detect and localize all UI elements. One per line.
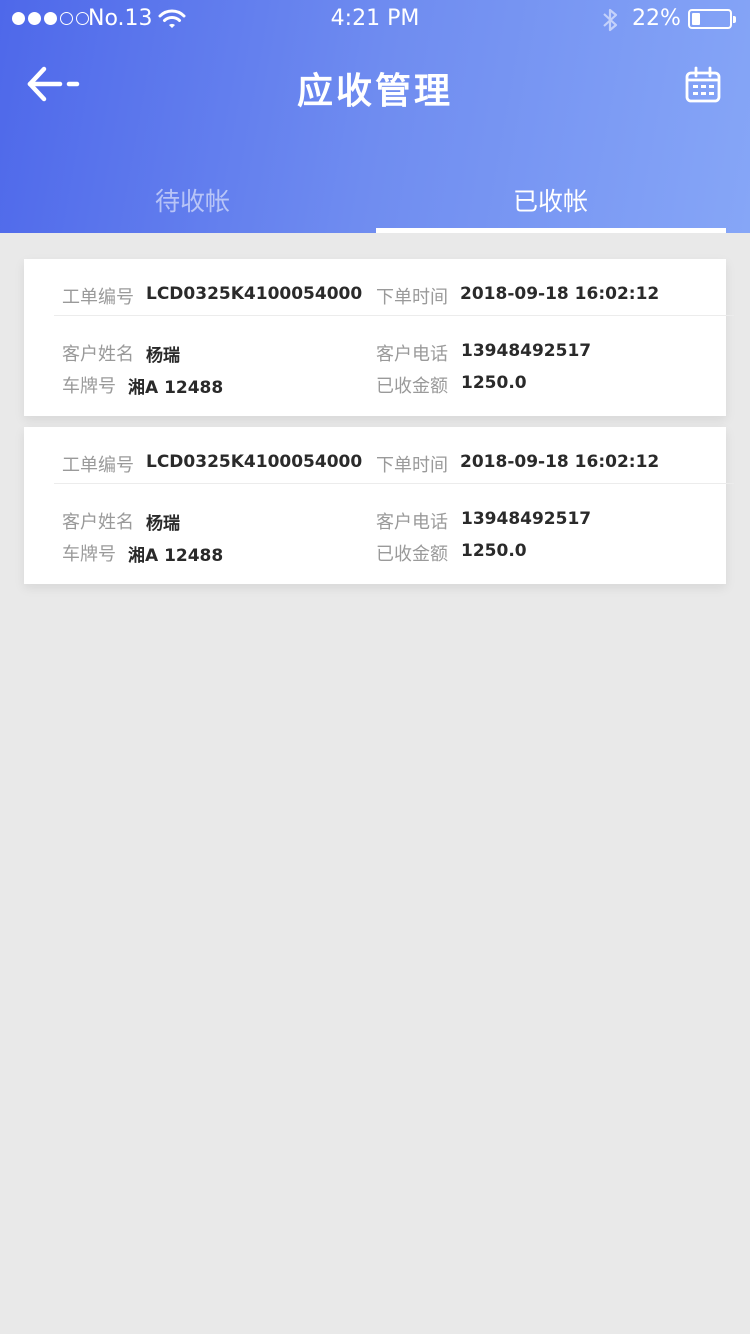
received-amount-value: 1250.0 [461, 541, 527, 561]
battery-percentage: 22% [632, 6, 681, 31]
battery-icon [688, 9, 736, 29]
status-bar: No.13 4:21 PM 22% [0, 0, 750, 40]
order-time-label: 下单时间 [376, 287, 448, 308]
active-tab-indicator [376, 228, 726, 233]
order-no-value: LCD0325K4100054000 [146, 452, 363, 472]
order-time-value: 2018-09-18 16:02:12 [460, 284, 660, 304]
customer-phone-value: 13948492517 [461, 341, 592, 361]
plate-value: 湘A 12488 [128, 378, 224, 398]
customer-name-value: 杨瑞 [146, 346, 180, 366]
calendar-icon[interactable] [684, 66, 722, 104]
plate-value: 湘A 12488 [128, 546, 224, 566]
customer-phone-label: 客户电话 [376, 344, 448, 365]
received-amount-label: 已收金额 [376, 376, 448, 397]
customer-phone-value: 13948492517 [461, 509, 592, 529]
order-no-value: LCD0325K4100054000 [146, 284, 363, 304]
app-header: No.13 4:21 PM 22% 应收管理 待收帐 已收帐 [0, 0, 750, 233]
customer-name-label: 客户姓名 [62, 344, 134, 365]
tab-pending[interactable]: 待收帐 [5, 182, 380, 218]
received-amount-label: 已收金额 [376, 544, 448, 565]
received-amount-value: 1250.0 [461, 373, 527, 393]
plate-label: 车牌号 [62, 376, 116, 397]
customer-name-value: 杨瑞 [146, 514, 180, 534]
card-divider [54, 483, 734, 484]
tab-received[interactable]: 已收帐 [363, 182, 738, 218]
bluetooth-icon [603, 8, 618, 32]
plate-label: 车牌号 [62, 544, 116, 565]
battery-level [692, 13, 700, 25]
order-no-label: 工单编号 [62, 287, 134, 308]
order-card[interactable]: 工单编号 LCD0325K4100054000 下单时间 2018-09-18 … [24, 259, 734, 416]
order-no-label: 工单编号 [62, 455, 134, 476]
card-divider [54, 315, 734, 316]
page-title: 应收管理 [296, 71, 453, 112]
customer-name-label: 客户姓名 [62, 512, 134, 533]
order-time-label: 下单时间 [376, 455, 448, 476]
order-card[interactable]: 工单编号 LCD0325K4100054000 下单时间 2018-09-18 … [24, 427, 734, 584]
order-time-value: 2018-09-18 16:02:12 [460, 452, 660, 472]
customer-phone-label: 客户电话 [376, 512, 448, 533]
